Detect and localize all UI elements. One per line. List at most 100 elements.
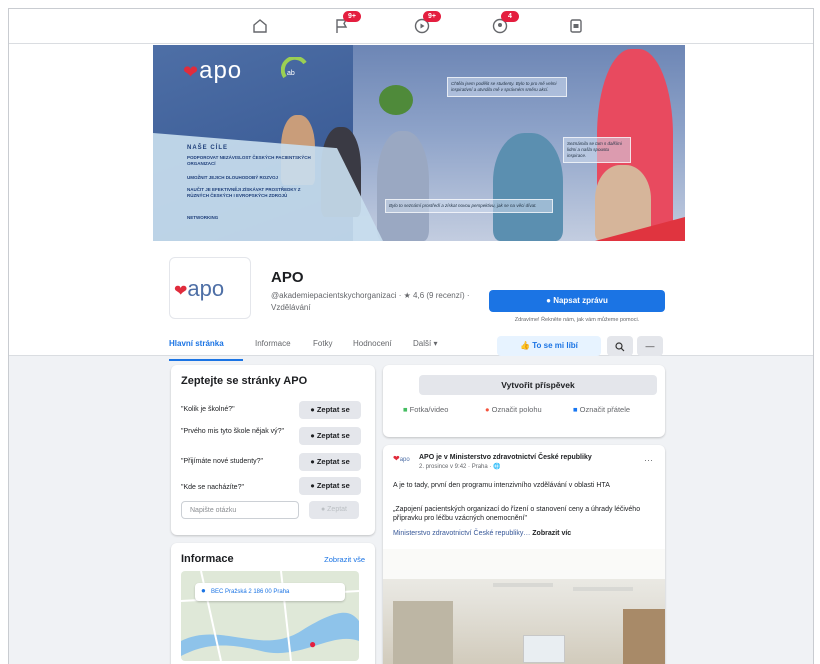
map-marker-icon: ● [309,637,317,651]
post-author[interactable]: APO je v Ministerstvo zdravotnictví Česk… [419,453,649,462]
heart-icon: ❤ [174,283,188,300]
messenger-icon: ● [310,405,317,414]
messenger-icon: ● [310,431,317,440]
projector-screen [523,635,565,663]
thumbs-up-icon: 👍 [520,341,533,350]
nav-gaming[interactable] [567,17,587,35]
partner-logo-icon: ab [281,57,307,79]
info-card: Informace Zobrazit vše BEC Pražská 2 186… [171,543,375,664]
photo-icon: ■ [403,405,410,414]
goal-item: NAUČIT JE EFEKTIVNĚJI ZÍSKÁVAT PROSTŘEDK… [187,187,301,198]
page-header: ❤apo ab NAŠE CÍLE PODPOROVAT NEZÁVISLOST… [9,44,813,361]
tab-reviews[interactable]: Hodnocení [353,339,392,348]
quote-bubble: Bylo to seznámí prostředí a získat novou… [385,199,553,213]
more-button[interactable]: — [637,336,663,356]
ask-button-label: Zeptat se [316,431,350,440]
ask-button-label: Zeptat se [316,481,350,490]
window [393,601,453,664]
cover-logo: ❤apo [183,57,242,85]
ceiling-light [573,587,633,591]
post-text: A je to tady, první den programu intenzi… [393,482,610,489]
tab-more[interactable]: Další ▾ [413,339,437,348]
ceiling-light [493,583,553,587]
cover-photo[interactable]: ❤apo ab NAŠE CÍLE PODPOROVAT NEZÁVISLOST… [153,45,685,241]
location-pin-icon: ● [201,586,206,595]
question-text: "Kolik je školné?" [181,406,235,413]
goal-item: NETWORKING [187,215,219,220]
plant-image [379,85,413,115]
ceiling [383,549,665,579]
messenger-icon: ● [310,457,317,466]
post-link[interactable]: Ministerstvo zdravotnictví České republi… [393,530,530,537]
search-button[interactable] [607,336,633,356]
ask-page-card: Zeptejte se stránky APO "Kolik je školné… [171,365,375,535]
goal-item: UMOŽNIT JEJICH DLOUHODOBÝ ROZVOJ [187,175,279,180]
check-in-action[interactable]: ● Označit polohu [485,405,542,414]
tab-home[interactable]: Hlavní stránka [169,339,224,348]
photo-video-action[interactable]: ■ Fotka/video [403,405,448,414]
question-text: "Přijímáte nové studenty?" [181,458,264,465]
ask-button-label: Zeptat se [316,457,350,466]
like-button[interactable]: 👍 To se mi líbí [497,336,601,356]
nav-pages[interactable]: 9+ [333,11,361,35]
post-avatar[interactable]: ❤apo [393,454,413,468]
ask-button[interactable]: ● Zeptat se [299,427,361,445]
see-all-link[interactable]: Zobrazit vše [324,555,365,564]
post-meta: 2. prosince v 9:42 · Praha · 🌐 [419,464,501,470]
check-in-label: Označit polohu [491,405,542,414]
search-icon [615,342,625,352]
post-quote: „Zapojení pacientských organizací do říz… [393,506,641,522]
ask-button-label: Zeptat se [316,405,350,414]
map-image[interactable]: BEC Pražská 2 186 00 Praha ● ● [181,571,359,661]
ask-button[interactable]: ● Zeptat se [299,477,361,495]
more-icon: — [645,341,655,351]
nav-watch[interactable]: 9+ [413,11,441,35]
create-post-button[interactable]: Vytvořit příspěvek [419,375,657,395]
page-title: APO [271,269,304,286]
ask-send-button[interactable]: ● Zeptat [309,501,359,519]
heart-icon: ❤ [183,62,200,82]
browser-frame: 9+ 9+ 4 ❤apo ab NAŠE CÍLE PODPOROVAT NEZ… [8,8,814,664]
quote-bubble: Seznámila se tam s dalšími lidmi a našla… [563,137,631,163]
ask-button[interactable]: ● Zeptat se [299,453,361,471]
question-input[interactable]: Napište otázku [181,501,299,519]
message-note: Zdravíme! Řekněte nám, jak vám můžeme po… [514,317,640,323]
post-card: ❤apo APO je v Ministerstvo zdravotnictví… [383,445,665,664]
ask-card-title: Zeptejte se stránky APO [181,375,308,387]
svg-text:ab: ab [287,70,295,77]
nav-badge: 9+ [423,11,441,22]
avatar-logo-text: apo [187,276,225,301]
tab-photos[interactable]: Fotky [313,339,333,348]
post-options-icon[interactable]: ··· [644,455,653,465]
location-icon: ● [485,405,492,414]
active-tab-indicator [169,359,243,361]
home-icon [253,19,267,33]
nav-badge: 4 [501,11,519,22]
wall-panel [623,609,665,664]
messenger-icon: ● [310,481,317,490]
photo-video-label: Fotka/video [409,405,449,414]
see-more-link[interactable]: Zobrazit víc [532,530,571,537]
person-image [493,133,563,241]
quote-bubble: Chtěla jsem podělit se studenty. Bylo to… [447,77,567,97]
address-label: BEC Pražská 2 186 00 Praha [195,583,345,601]
tab-info[interactable]: Informace [255,339,291,348]
gaming-icon [570,19,582,33]
page-subtitle: @akademiepacientskychorganizaci · ★ 4,6 … [271,291,470,312]
goals-title: NAŠE CÍLE [187,145,229,151]
send-message-button[interactable]: ● Napsat zprávu [489,290,665,312]
send-message-label: Napsat zprávu [553,296,608,305]
nav-badge: 9+ [343,11,361,22]
people-icon: ■ [573,405,580,414]
tag-friends-label: Označit přátele [579,405,631,414]
composer-card: Vytvořit příspěvek ■ Fotka/video ● Označ… [383,365,665,437]
nav-marketplace[interactable]: 4 [491,11,519,35]
nav-home[interactable] [251,17,271,35]
ask-button[interactable]: ● Zeptat se [299,401,361,419]
post-photo[interactable] [383,549,665,664]
question-text: "Prvého mis tyto škole nějak vý?" [181,428,285,435]
avatar-logo: ❤apo [174,276,224,302]
page-avatar[interactable]: ❤apo [169,257,251,319]
person-image [377,131,429,241]
tag-friends-action[interactable]: ■ Označit přátele [573,405,630,414]
